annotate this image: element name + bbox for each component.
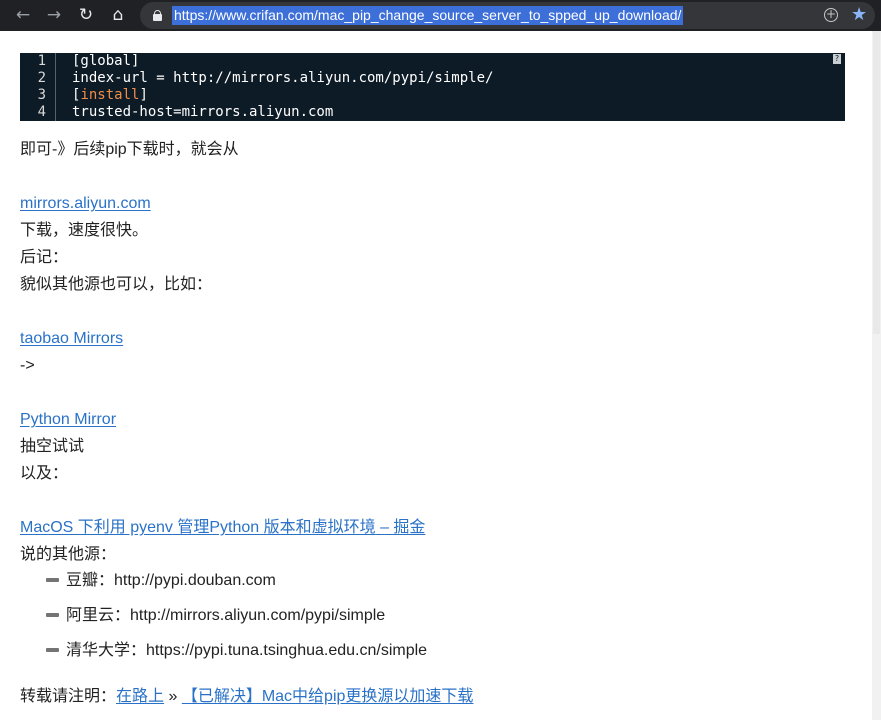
code-block: ? 1 [global] 2 index-url = http://mirror… bbox=[20, 53, 845, 121]
code-section-name: install bbox=[80, 87, 140, 103]
page-scrollbar[interactable] bbox=[872, 31, 881, 720]
paragraph-try-later: 抽空试试 bbox=[20, 438, 85, 455]
lock-icon[interactable] bbox=[153, 10, 162, 21]
paragraph-other-sources: 貌似其他源也可以，比如： bbox=[20, 276, 213, 293]
line-number: 2 bbox=[37, 70, 46, 86]
home-icon[interactable]: ⌂ bbox=[105, 2, 131, 28]
url-text[interactable]: https://www.crifan.com/mac_pip_change_so… bbox=[172, 6, 684, 25]
bullet-marker bbox=[46, 648, 59, 652]
link-juejin-article[interactable]: MacOS 下利用 pyenv 管理Python 版本和虚拟环境 – 掘金 bbox=[20, 518, 425, 538]
reload-icon[interactable]: ↻ bbox=[73, 2, 99, 28]
paragraph-arrow: -> bbox=[20, 357, 35, 374]
code-line: 3 [install] bbox=[20, 87, 845, 104]
code-text: [global] bbox=[72, 53, 140, 69]
paragraph-then: 即可-》后续pip下载时，就会从 bbox=[20, 141, 239, 158]
link-site-home[interactable]: 在路上 bbox=[116, 688, 164, 705]
repost-notice: 转载请注明：在路上 » 【已解决】Mac中给pip更换源以加速下载 bbox=[20, 687, 473, 707]
address-bar[interactable]: https://www.crifan.com/mac_pip_change_so… bbox=[140, 2, 875, 29]
line-number: 4 bbox=[37, 104, 46, 120]
code-line: 1 [global] bbox=[20, 53, 845, 70]
paragraph-mentioned-sources: 说的其他源： bbox=[20, 546, 117, 563]
paragraph-and: 以及： bbox=[20, 465, 69, 482]
scrollbar-thumb[interactable] bbox=[873, 31, 880, 334]
code-line: 2 index-url = http://mirrors.aliyun.com/… bbox=[20, 70, 845, 87]
bookmark-star-icon[interactable]: ★ bbox=[851, 4, 867, 26]
code-line: 4 trusted-host=mirrors.aliyun.com bbox=[20, 104, 845, 121]
list-item: 清华大学：https://pypi.tuna.tsinghua.edu.cn/s… bbox=[66, 642, 428, 659]
repost-prefix: 转载请注明： bbox=[20, 688, 117, 705]
link-taobao-mirrors[interactable]: taobao Mirrors bbox=[20, 329, 123, 349]
install-app-icon[interactable]: + bbox=[824, 8, 838, 22]
code-text: index-url = http://mirrors.aliyun.com/py… bbox=[72, 70, 494, 86]
list-item: 阿里云：http://mirrors.aliyun.com/pypi/simpl… bbox=[66, 607, 386, 624]
code-text: trusted-host=mirrors.aliyun.com bbox=[72, 104, 334, 120]
code-text: [install] bbox=[72, 87, 148, 104]
bullet-marker bbox=[46, 613, 59, 617]
link-aliyun-mirror[interactable]: mirrors.aliyun.com bbox=[20, 194, 151, 214]
line-number: 1 bbox=[37, 53, 46, 69]
list-item: 豆瓣：http://pypi.douban.com bbox=[66, 572, 276, 589]
link-python-mirror[interactable]: Python Mirror bbox=[20, 410, 116, 430]
breadcrumb-separator: » bbox=[164, 688, 182, 705]
bullet-marker bbox=[46, 578, 59, 582]
paragraph-download-fast: 下载，速度很快。 bbox=[20, 222, 149, 239]
code-bracket-close: ] bbox=[139, 87, 148, 103]
browser-toolbar: ← → ↻ ⌂ https://www.crifan.com/mac_pip_c… bbox=[0, 0, 881, 31]
paragraph-postscript: 后记： bbox=[20, 249, 69, 266]
line-number: 3 bbox=[37, 87, 46, 103]
back-arrow-icon[interactable]: ← bbox=[10, 2, 36, 28]
forward-arrow-icon[interactable]: → bbox=[41, 2, 67, 28]
link-post-title[interactable]: 【已解决】Mac中给pip更换源以加速下载 bbox=[182, 688, 474, 705]
